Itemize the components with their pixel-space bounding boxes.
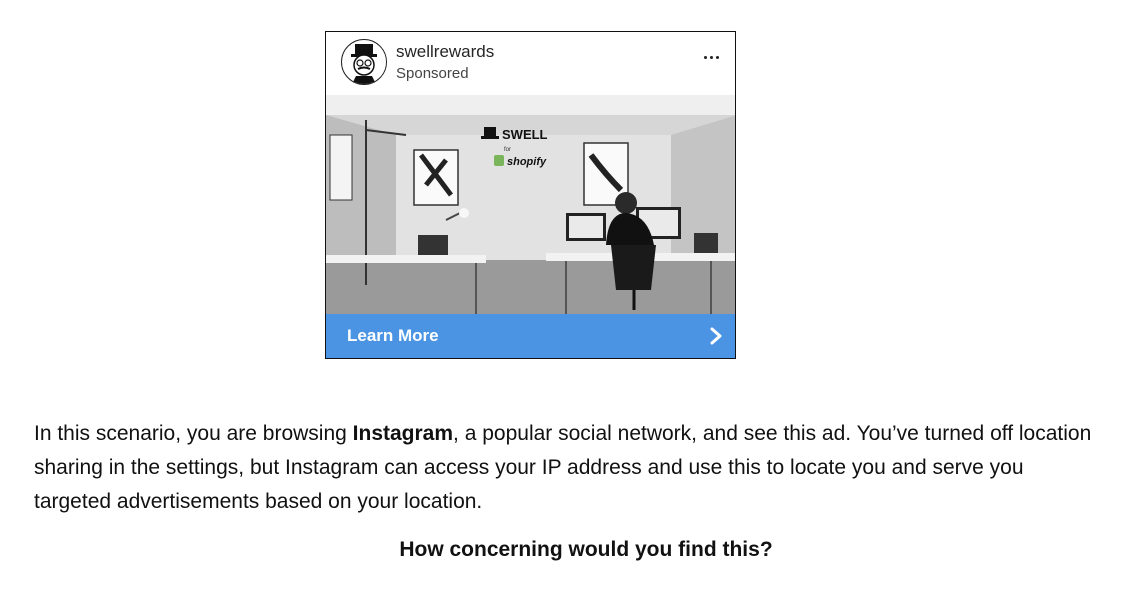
account-name[interactable]: swellrewards: [396, 42, 494, 62]
partner-logo: shopify: [507, 156, 547, 168]
platform-name: Instagram: [352, 422, 454, 445]
survey-question: How concerning would you find this?: [399, 538, 773, 561]
avatar[interactable]: [341, 39, 387, 85]
sponsored-post: swellrewards Sponsored SWELL for shopify…: [325, 31, 736, 359]
scenario-paragraph: In this scenario, you are browsing Insta…: [34, 417, 1104, 519]
top-hat-mascot-icon: [351, 44, 377, 84]
brand-for-label: for: [504, 147, 511, 153]
brand-hat-icon: [484, 127, 496, 137]
shopify-bag-icon: [494, 155, 504, 166]
brand-logo: SWELL: [502, 127, 548, 142]
learn-more-button[interactable]: Learn More: [326, 314, 735, 358]
more-horizontal-icon[interactable]: [701, 50, 721, 64]
learn-more-label: Learn More: [347, 326, 439, 345]
sponsored-label: Sponsored: [396, 65, 469, 82]
post-header: swellrewards Sponsored: [326, 32, 735, 95]
ad-image[interactable]: SWELL for shopify: [326, 95, 735, 315]
scenario-intro: In this scenario, you are browsing: [34, 422, 353, 445]
chevron-right-icon: [710, 327, 722, 345]
